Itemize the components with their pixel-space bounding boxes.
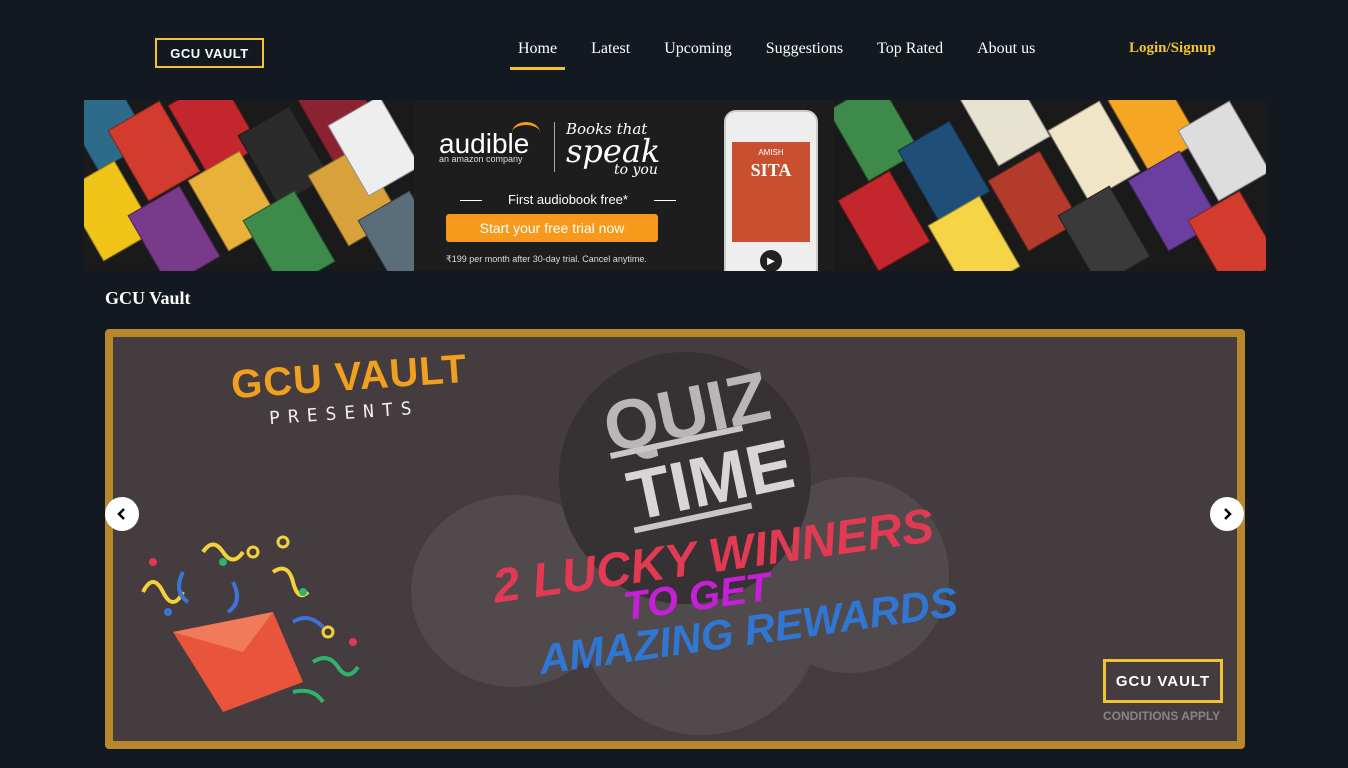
carousel: GCU VAULT PRESENTS QUIZ TIME 2 LUCKY WIN…	[105, 329, 1245, 749]
carousel-prev-button[interactable]	[105, 497, 139, 531]
party-popper-icon	[141, 535, 360, 712]
book-title: SITA	[750, 160, 792, 180]
audiobook-cover: AMISH SITA	[732, 142, 810, 242]
login-signup-link[interactable]: Login/Signup	[1129, 40, 1216, 57]
carousel-next-button[interactable]	[1210, 497, 1244, 531]
slide-brand: GCU VAULT	[229, 346, 469, 408]
carousel-slide[interactable]: GCU VAULT PRESENTS QUIZ TIME 2 LUCKY WIN…	[113, 337, 1237, 741]
conditions-apply: CONDITIONS APPLY	[1103, 709, 1221, 723]
audible-brand-sub: an amazon company	[439, 154, 523, 164]
free-trial-button[interactable]: Start your free trial now	[446, 214, 658, 242]
site-logo[interactable]: GCU VAULT	[155, 38, 264, 68]
ad-price-note: ₹199 per month after 30-day trial. Cance…	[446, 254, 647, 264]
ad-offer: First audiobook free*	[458, 192, 678, 207]
slide-logo: GCU VAULT	[1103, 659, 1223, 703]
ad-tagline-3: to you	[614, 162, 658, 178]
chevron-left-icon	[117, 508, 125, 520]
nav-upcoming[interactable]: Upcoming	[656, 40, 740, 70]
nav-latest[interactable]: Latest	[583, 40, 638, 70]
book-author: AMISH	[758, 148, 784, 157]
section-title: GCU Vault	[105, 288, 191, 308]
nav-top-rated[interactable]: Top Rated	[869, 40, 951, 70]
audible-ad-banner[interactable]: audible an amazon company Books that spe…	[84, 100, 1266, 271]
nav-suggestions[interactable]: Suggestions	[758, 40, 851, 70]
nav-home[interactable]: Home	[510, 40, 566, 70]
main-nav: Home Latest Upcoming Suggestions Top Rat…	[510, 40, 1061, 70]
chevron-right-icon	[1224, 508, 1232, 520]
ad-divider	[554, 122, 555, 172]
play-icon: ▶	[760, 250, 782, 271]
phone-image: AMISH SITA ▶	[724, 110, 818, 271]
nav-about-us[interactable]: About us	[969, 40, 1043, 70]
